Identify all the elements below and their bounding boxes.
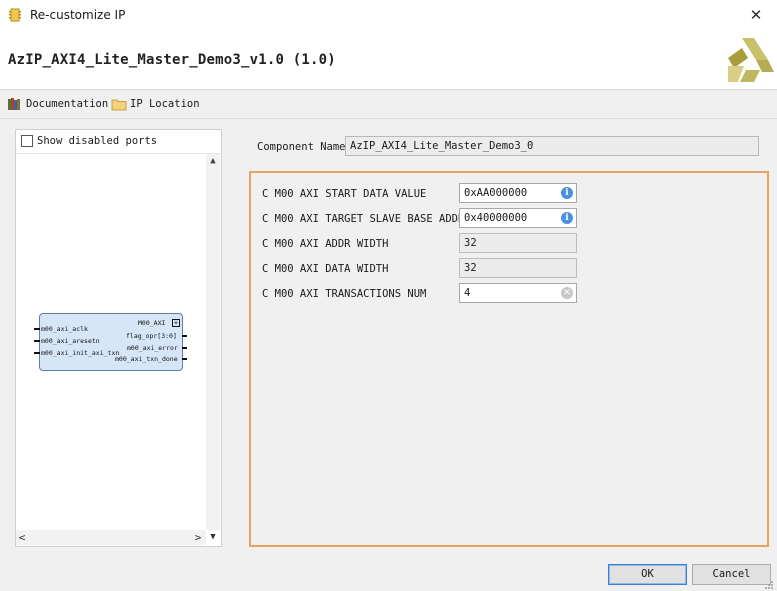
- input-port-label: m00_axi_aresetn: [41, 337, 100, 345]
- output-port-label: flag_opr[3:0]: [126, 332, 177, 340]
- close-icon[interactable]: ✕: [744, 6, 768, 26]
- input-port-label: m00_axi_aclk: [41, 325, 88, 333]
- documentation-menu[interactable]: Documentation: [7, 96, 108, 112]
- checkbox-box[interactable]: [21, 135, 33, 147]
- param-label: C M00 AXI ADDR WIDTH: [262, 238, 389, 250]
- documentation-label: Documentation: [26, 98, 109, 110]
- param-label: C M00 AXI TARGET SLAVE BASE ADDR: [262, 213, 465, 225]
- panel-divider: [16, 153, 221, 154]
- param-label: C M00 AXI START DATA VALUE: [262, 188, 427, 200]
- transactions-num-field[interactable]: 4: [459, 283, 577, 303]
- xilinx-logo-icon: [728, 38, 774, 82]
- scroll-up-icon[interactable]: ▲: [206, 154, 220, 168]
- target-slave-base-addr-field[interactable]: 0x40000000: [459, 208, 577, 228]
- toolbar-divider: [0, 118, 777, 119]
- books-icon: [8, 98, 20, 110]
- cancel-button[interactable]: Cancel: [692, 564, 771, 585]
- interface-port-label: M00_AXI: [138, 319, 166, 327]
- clear-icon[interactable]: ✕: [561, 287, 573, 299]
- start-data-value-field[interactable]: 0xAA000000: [459, 183, 577, 203]
- vertical-scrollbar[interactable]: [206, 154, 220, 530]
- show-disabled-ports-checkbox[interactable]: Show disabled ports: [21, 135, 157, 147]
- port-pin: [34, 340, 40, 342]
- data-width-field: 32: [459, 258, 577, 278]
- component-name-label: Component Name: [257, 141, 346, 153]
- addr-width-field: 32: [459, 233, 577, 253]
- scroll-left-icon[interactable]: <: [16, 531, 28, 544]
- input-port-label: m00_axi_init_axi_txn: [41, 349, 120, 357]
- port-pin: [182, 347, 187, 349]
- resize-grip-icon[interactable]: [764, 580, 774, 590]
- port-pin: [34, 328, 40, 330]
- output-port-label: m00_axi_txn_done: [115, 355, 178, 363]
- port-pin: [182, 335, 187, 337]
- ip-title: AzIP_AXI4_Lite_Master_Demo3_v1.0 (1.0): [8, 52, 336, 68]
- info-icon[interactable]: i: [561, 212, 573, 224]
- param-label: C M00 AXI DATA WIDTH: [262, 263, 389, 275]
- port-pin: [182, 358, 187, 360]
- scroll-down-icon[interactable]: ▼: [207, 531, 219, 544]
- ok-button[interactable]: OK: [608, 564, 687, 585]
- show-disabled-ports-label: Show disabled ports: [37, 135, 158, 147]
- output-port-label: m00_axi_error: [127, 344, 178, 352]
- port-pin: [34, 352, 40, 354]
- ip-location-label: IP Location: [130, 98, 200, 110]
- expand-interface-icon[interactable]: +: [172, 319, 180, 327]
- app-icon: [9, 8, 21, 22]
- info-icon[interactable]: i: [561, 187, 573, 199]
- window-title: Re-customize IP: [30, 8, 126, 22]
- param-label: C M00 AXI TRANSACTIONS NUM: [262, 288, 427, 300]
- ip-location-button[interactable]: IP Location: [111, 96, 200, 112]
- horizontal-scrollbar[interactable]: [16, 530, 206, 545]
- component-name-field[interactable]: AzIP_AXI4_Lite_Master_Demo3_0: [345, 136, 759, 156]
- scroll-right-icon[interactable]: >: [192, 531, 204, 544]
- folder-icon: [111, 99, 127, 111]
